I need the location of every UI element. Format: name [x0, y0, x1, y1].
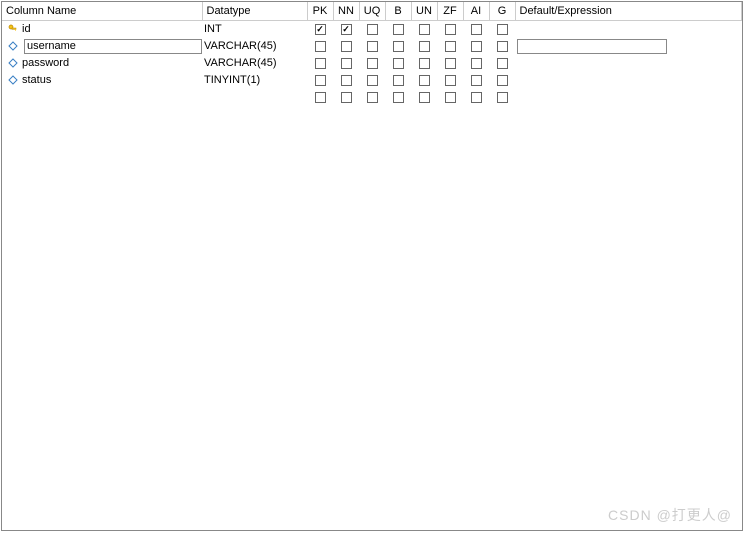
uq-checkbox[interactable]	[367, 41, 378, 52]
uq-checkbox[interactable]	[367, 75, 378, 86]
columns-table: Column Name Datatype PK NN UQ B UN ZF AI…	[2, 2, 742, 106]
header-ai[interactable]: AI	[463, 2, 489, 20]
header-row: Column Name Datatype PK NN UQ B UN ZF AI…	[2, 2, 742, 20]
table-row[interactable]	[2, 89, 742, 106]
b-checkbox[interactable]	[393, 24, 404, 35]
uq-checkbox[interactable]	[367, 58, 378, 69]
zf-checkbox[interactable]	[445, 41, 456, 52]
b-checkbox[interactable]	[393, 75, 404, 86]
datatype-cell[interactable]: INT	[202, 20, 307, 38]
header-default[interactable]: Default/Expression	[515, 2, 742, 20]
ai-checkbox[interactable]	[471, 75, 482, 86]
uq-checkbox[interactable]	[367, 92, 378, 103]
datatype-cell[interactable]	[202, 89, 307, 106]
pk-checkbox[interactable]	[315, 75, 326, 86]
pk-checkbox[interactable]	[315, 24, 326, 35]
diamond-icon	[8, 41, 18, 51]
g-checkbox[interactable]	[497, 75, 508, 86]
g-checkbox[interactable]	[497, 24, 508, 35]
diamond-icon	[8, 58, 18, 68]
un-checkbox[interactable]	[419, 41, 430, 52]
g-checkbox[interactable]	[497, 41, 508, 52]
header-un[interactable]: UN	[411, 2, 437, 20]
uq-checkbox[interactable]	[367, 24, 378, 35]
nn-checkbox[interactable]	[341, 58, 352, 69]
un-checkbox[interactable]	[419, 24, 430, 35]
table-row[interactable]: VARCHAR(45)	[2, 38, 742, 55]
nn-checkbox[interactable]	[341, 41, 352, 52]
un-checkbox[interactable]	[419, 75, 430, 86]
b-checkbox[interactable]	[393, 58, 404, 69]
column-name-label: id	[22, 23, 31, 35]
table-row[interactable]: password VARCHAR(45)	[2, 55, 742, 72]
pk-checkbox[interactable]	[315, 58, 326, 69]
b-checkbox[interactable]	[393, 92, 404, 103]
default-input[interactable]	[517, 39, 667, 54]
zf-checkbox[interactable]	[445, 92, 456, 103]
header-column-name[interactable]: Column Name	[2, 2, 202, 20]
header-nn[interactable]: NN	[333, 2, 359, 20]
un-checkbox[interactable]	[419, 58, 430, 69]
header-g[interactable]: G	[489, 2, 515, 20]
table-row[interactable]: id INT	[2, 20, 742, 38]
un-checkbox[interactable]	[419, 92, 430, 103]
header-b[interactable]: B	[385, 2, 411, 20]
ai-checkbox[interactable]	[471, 92, 482, 103]
column-name-input[interactable]	[24, 39, 202, 54]
ai-checkbox[interactable]	[471, 24, 482, 35]
datatype-cell[interactable]: VARCHAR(45)	[202, 38, 307, 55]
column-name-label: password	[22, 57, 69, 69]
key-icon	[8, 24, 18, 34]
header-uq[interactable]: UQ	[359, 2, 385, 20]
blank-icon	[8, 92, 18, 102]
column-name-label: status	[22, 74, 51, 86]
default-cell[interactable]	[515, 38, 742, 55]
g-checkbox[interactable]	[497, 58, 508, 69]
table-row[interactable]: status TINYINT(1)	[2, 72, 742, 89]
b-checkbox[interactable]	[393, 41, 404, 52]
header-pk[interactable]: PK	[307, 2, 333, 20]
default-cell[interactable]	[515, 55, 742, 72]
pk-checkbox[interactable]	[315, 41, 326, 52]
default-cell[interactable]	[515, 20, 742, 38]
nn-checkbox[interactable]	[341, 75, 352, 86]
zf-checkbox[interactable]	[445, 75, 456, 86]
default-cell[interactable]	[515, 72, 742, 89]
nn-checkbox[interactable]	[341, 92, 352, 103]
diamond-icon	[8, 75, 18, 85]
header-zf[interactable]: ZF	[437, 2, 463, 20]
ai-checkbox[interactable]	[471, 41, 482, 52]
datatype-cell[interactable]: VARCHAR(45)	[202, 55, 307, 72]
header-datatype[interactable]: Datatype	[202, 2, 307, 20]
ai-checkbox[interactable]	[471, 58, 482, 69]
pk-checkbox[interactable]	[315, 92, 326, 103]
zf-checkbox[interactable]	[445, 58, 456, 69]
default-cell[interactable]	[515, 89, 742, 106]
nn-checkbox[interactable]	[341, 24, 352, 35]
zf-checkbox[interactable]	[445, 24, 456, 35]
g-checkbox[interactable]	[497, 92, 508, 103]
datatype-cell[interactable]: TINYINT(1)	[202, 72, 307, 89]
